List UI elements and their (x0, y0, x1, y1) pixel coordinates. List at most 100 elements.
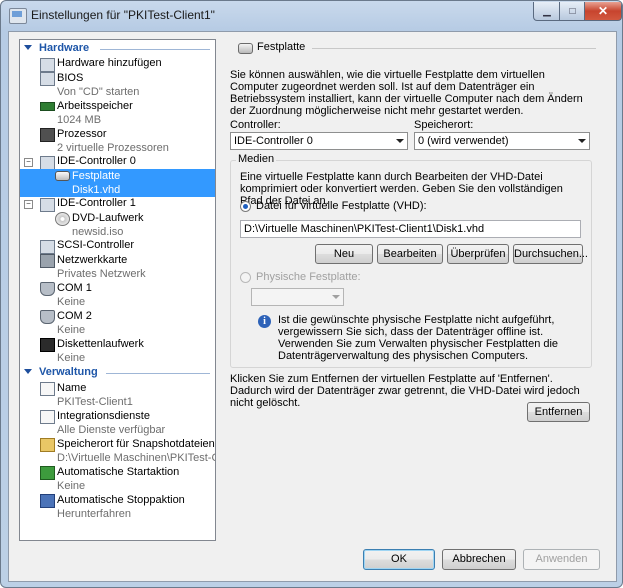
tree-item-name[interactable]: Name PKITest-Client1 (20, 381, 215, 409)
tree-item-hard-disk[interactable]: Festplatte Disk1.vhd (20, 169, 215, 197)
tree-item-network-adapter[interactable]: Netzwerkkarte Privates Netzwerk (20, 253, 215, 281)
dialog-client: Hardware Hardware hinzufügen BIOS Von "C… (8, 31, 617, 582)
settings-tree[interactable]: Hardware Hardware hinzufügen BIOS Von "C… (19, 39, 216, 541)
divider (312, 48, 596, 49)
vhd-path-field[interactable] (240, 220, 581, 238)
settings-window: Einstellungen für "PKITest-Client1" ▁ □ … (0, 0, 623, 588)
apply-button[interactable]: Anwenden (523, 549, 600, 570)
location-select[interactable]: 0 (wird verwendet) (414, 132, 590, 150)
vhd-path-input[interactable] (241, 221, 580, 237)
physical-disk-info-text: Ist die gewünschte physische Festplatte … (278, 314, 559, 362)
tree-item-bios[interactable]: BIOS Von "CD" starten (20, 71, 215, 99)
tree-item-subtitle: Keine (57, 352, 86, 364)
tree-item-add-hardware[interactable]: Hardware hinzufügen (20, 57, 215, 72)
name-icon (40, 382, 55, 396)
divider (100, 49, 210, 50)
collapse-expander-icon[interactable]: − (24, 158, 33, 167)
tree-item-title: Diskettenlaufwerk (57, 338, 144, 350)
tree-item-title: IDE-Controller 1 (57, 197, 136, 209)
collapse-arrow-icon[interactable] (24, 45, 32, 50)
tree-item-subtitle: 2 virtuelle Prozessoren (57, 142, 169, 154)
tree-item-auto-stop[interactable]: Automatische Stoppaktion Herunterfahren (20, 493, 215, 521)
tree-item-title: COM 2 (57, 310, 92, 322)
ide-controller-icon (40, 198, 55, 212)
section-verwaltung[interactable]: Verwaltung (20, 366, 215, 380)
maximize-button[interactable]: □ (559, 2, 586, 21)
tree-item-title: COM 1 (57, 282, 92, 294)
tree-item-title: IDE-Controller 0 (57, 155, 136, 167)
tree-item-floppy[interactable]: Diskettenlaufwerk Keine (20, 337, 215, 365)
physical-disk-radio[interactable] (240, 272, 251, 283)
tree-item-subtitle: newsid.iso (72, 226, 124, 238)
controller-select[interactable]: IDE-Controller 0 (230, 132, 408, 150)
tree-item-dvd-drive[interactable]: DVD-Laufwerk newsid.iso (20, 211, 215, 239)
hard-disk-icon (238, 43, 253, 54)
cancel-button[interactable]: Abbrechen (442, 549, 516, 570)
tree-item-title: Netzwerkkarte (57, 254, 128, 266)
snapshot-folder-icon (40, 438, 55, 452)
tree-item-title: Hardware hinzufügen (57, 57, 162, 69)
title-bar[interactable]: Einstellungen für "PKITest-Client1" ▁ □ … (1, 1, 622, 31)
tree-item-subtitle: 1024 MB (57, 114, 102, 126)
tree-item-com1[interactable]: COM 1 Keine (20, 281, 215, 309)
collapse-arrow-icon[interactable] (24, 369, 32, 374)
tree-item-title: Speicherort für Snapshotdateien (57, 438, 215, 450)
section-hardware[interactable]: Hardware (20, 42, 215, 56)
info-icon: i (258, 315, 271, 328)
tree-item-scsi-controller[interactable]: SCSI-Controller (20, 239, 215, 254)
ok-button[interactable]: OK (363, 549, 435, 570)
edit-button[interactable]: Bearbeiten (377, 244, 443, 264)
tree-item-snapshot-location[interactable]: Speicherort für Snapshotdateien D:\Virtu… (20, 437, 215, 465)
vm-settings-icon (9, 8, 27, 24)
memory-icon (40, 102, 55, 111)
physical-disk-select[interactable] (251, 288, 344, 306)
browse-button[interactable]: Durchsuchen... (513, 244, 588, 264)
window-title: Einstellungen für "PKITest-Client1" (31, 8, 215, 22)
tree-item-title: Automatische Stoppaktion (57, 494, 185, 506)
tree-item-title: Arbeitsspeicher (57, 100, 133, 112)
controller-value: IDE-Controller 0 (234, 135, 313, 147)
close-button[interactable]: ✕ (584, 2, 622, 21)
tree-item-com2[interactable]: COM 2 Keine (20, 309, 215, 337)
tree-item-processor[interactable]: Prozessor 2 virtuelle Prozessoren (20, 127, 215, 155)
tree-item-ide-controller-1[interactable]: − IDE-Controller 1 (20, 197, 215, 212)
ide-controller-icon (40, 156, 55, 170)
tree-item-title: BIOS (57, 72, 84, 84)
tree-item-subtitle: Keine (57, 324, 86, 336)
tree-item-subtitle: Privates Netzwerk (57, 268, 146, 280)
tree-item-integration-services[interactable]: Integrationsdienste Alle Dienste verfügb… (20, 409, 215, 437)
floppy-icon (40, 338, 55, 352)
auto-start-icon (40, 466, 55, 480)
vhd-file-radio[interactable] (240, 201, 251, 212)
tree-item-ide-controller-0[interactable]: − IDE-Controller 0 (20, 155, 215, 170)
collapse-expander-icon[interactable]: − (24, 200, 33, 209)
tree-item-subtitle: PKITest-Client1 (57, 396, 133, 408)
inspect-button[interactable]: Überprüfen (447, 244, 509, 264)
com-port-icon (40, 310, 55, 324)
chevron-down-icon (578, 139, 586, 143)
remove-button[interactable]: Entfernen (527, 402, 590, 422)
location-label: Speicherort: (414, 119, 474, 131)
new-button[interactable]: Neu (315, 244, 373, 264)
tree-item-title: DVD-Laufwerk (72, 212, 144, 224)
tree-item-title: Integrationsdienste (57, 410, 150, 422)
tree-item-subtitle: Keine (57, 480, 86, 492)
section-hardware-label: Hardware (39, 42, 90, 54)
media-group-caption: Medien (236, 153, 277, 165)
physical-disk-radio-label[interactable]: Physische Festplatte: (256, 271, 361, 283)
tree-item-memory[interactable]: Arbeitsspeicher 1024 MB (20, 99, 215, 127)
location-value: 0 (wird verwendet) (418, 135, 509, 147)
minimize-button[interactable]: ▁ (533, 2, 561, 21)
com-port-icon (40, 282, 55, 296)
divider (106, 373, 210, 374)
vhd-file-radio-label[interactable]: Datei für virtuelle Festplatte (VHD): (256, 200, 427, 212)
tree-item-auto-start[interactable]: Automatische Startaktion Keine (20, 465, 215, 493)
tree-item-title: Prozessor (57, 128, 107, 140)
tree-item-subtitle: Alle Dienste verfügbar (57, 424, 166, 436)
panel-title: Festplatte (257, 41, 306, 53)
hard-disk-icon (55, 171, 70, 181)
section-verwaltung-label: Verwaltung (39, 366, 98, 378)
tree-item-title: Name (57, 382, 87, 394)
hard-disk-panel: Festplatte Sie können auswählen, wie die… (224, 39, 597, 539)
bios-icon (40, 72, 55, 86)
